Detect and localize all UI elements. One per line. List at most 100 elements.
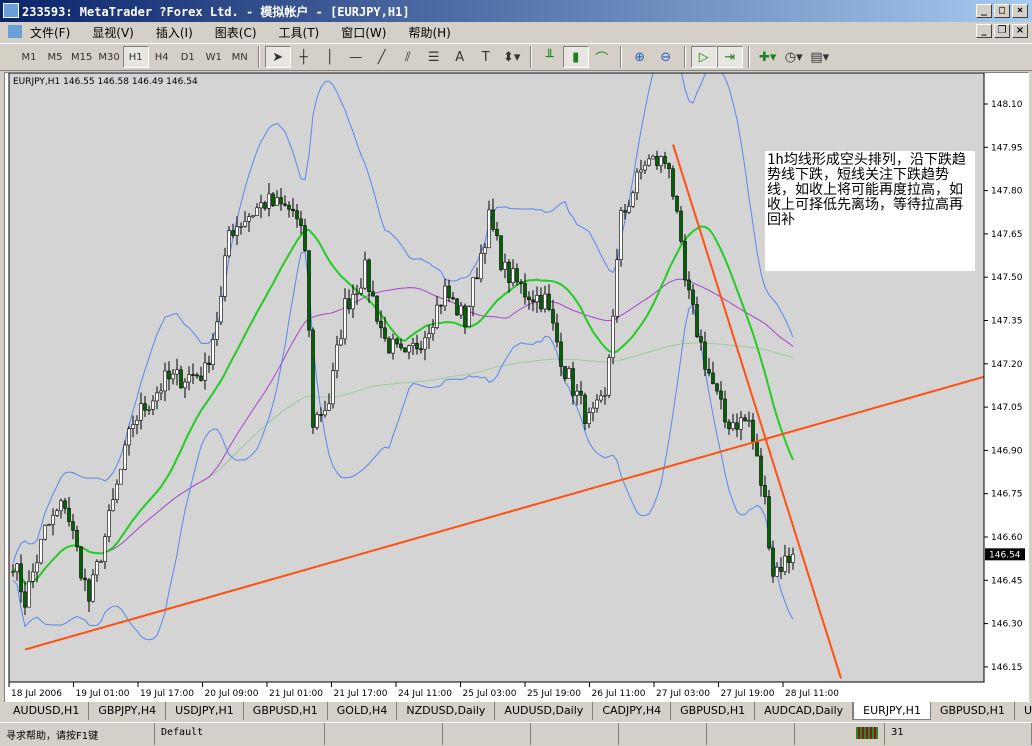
candle-body <box>667 163 671 169</box>
chart-tab[interactable]: GBPJPY,H4 <box>89 702 167 720</box>
timeframe-h4[interactable]: H4 <box>149 46 175 68</box>
child-close-button[interactable]: × <box>1012 24 1028 38</box>
line-chart-button[interactable]: ⌒ <box>589 46 615 68</box>
candle-body <box>11 571 15 573</box>
candle-body <box>291 208 295 211</box>
child-minimize-button[interactable]: _ <box>976 24 992 38</box>
timeframe-d1[interactable]: D1 <box>175 46 201 68</box>
chart-tab[interactable]: AUDUSD,Daily <box>495 702 594 720</box>
periods-button[interactable]: ◷▾ <box>781 46 807 68</box>
candle-body <box>267 193 271 209</box>
chart-window[interactable]: 148.10 147.95 147.80 147.65 147.50 147.35 147.… <box>4 72 1029 703</box>
chart-tab[interactable]: CADJPY,H4 <box>593 702 672 720</box>
candle-body <box>419 348 423 351</box>
app-icon <box>3 3 19 18</box>
equidistant-channel-button[interactable]: ⫽ <box>395 46 421 68</box>
menu-file[interactable]: 文件(F) <box>30 24 70 41</box>
candle-body <box>243 221 247 227</box>
candle-body <box>771 547 775 577</box>
fibonacci-button[interactable]: ☰ <box>421 46 447 68</box>
candle-body <box>695 304 699 337</box>
chart-tab[interactable]: GOLD,H4 <box>328 702 398 720</box>
candle-body <box>71 521 75 531</box>
candle-body <box>515 268 519 283</box>
chart-tab[interactable]: GBPUSD,H1 <box>244 702 328 720</box>
chart-tab[interactable]: USDJPY,H1 <box>166 702 244 720</box>
candle-body <box>35 562 39 573</box>
text-label-icon: T <box>481 49 490 65</box>
timeframe-m30[interactable]: M30 <box>95 46 122 68</box>
crosshair-button[interactable]: ┼ <box>291 46 317 68</box>
timeframe-mn[interactable]: MN <box>227 46 253 68</box>
candle-body <box>555 322 559 343</box>
candle-body <box>327 403 331 411</box>
price-tick-label: 148.10 <box>991 100 1023 110</box>
text-label-button[interactable]: T <box>473 46 499 68</box>
timeframe-w1[interactable]: W1 <box>201 46 227 68</box>
candle-body <box>627 206 631 213</box>
menu-help[interactable]: 帮助(H) <box>408 24 450 41</box>
chart-tab[interactable]: GBPUSD,H1 <box>671 702 756 720</box>
minimize-button[interactable]: _ <box>976 4 992 18</box>
candle-body <box>187 374 191 383</box>
chart-tab[interactable]: AUDCAD,Daily <box>755 702 854 720</box>
status-cell <box>707 723 795 745</box>
child-restore-button[interactable]: ❐ <box>994 24 1010 38</box>
menu-view[interactable]: 显视(V) <box>92 24 134 41</box>
chart-tab[interactable]: GBPUSD,H1 <box>931 702 1015 720</box>
candle-body <box>23 591 27 608</box>
candle-body <box>719 390 723 400</box>
candle-body <box>211 339 215 365</box>
candle-body <box>207 362 211 365</box>
candle-body <box>663 156 667 164</box>
indicators-button[interactable]: ✚▾ <box>755 46 781 68</box>
analysis-note[interactable]: 1h均线形成空头排列，沿下跌趋势线下跌，短线关注下跌趋势线，如收上将可能再度拉高… <box>765 151 975 271</box>
chart-tab[interactable]: US <box>1015 702 1032 720</box>
time-tick-label: 20 Jul 09:00 <box>205 689 259 699</box>
time-tick-label: 19 Jul 01:00 <box>76 689 130 699</box>
candle-body <box>311 329 315 428</box>
zoom-in-button[interactable]: ⊕ <box>627 46 653 68</box>
candle-body <box>275 197 279 206</box>
autoscroll-button[interactable]: ▷ <box>690 46 717 68</box>
timeframe-m15[interactable]: M15 <box>68 46 95 68</box>
chart-shift-button[interactable]: ⇥ <box>716 46 743 68</box>
candle-body <box>411 343 415 347</box>
arrows-button[interactable]: ⬍▾ <box>499 46 525 68</box>
menu-charts[interactable]: 图表(C) <box>215 24 257 41</box>
price-tick-label: 147.95 <box>991 143 1023 153</box>
trendline-button[interactable]: ╱ <box>369 46 395 68</box>
candle-body <box>439 304 443 307</box>
bar-chart-button[interactable]: ╨ <box>537 46 563 68</box>
text-button[interactable]: A <box>447 46 473 68</box>
timeframe-h1[interactable]: H1 <box>122 46 149 68</box>
horizontal-line-button[interactable]: — <box>343 46 369 68</box>
close-button[interactable]: × <box>1012 4 1028 18</box>
candle-body <box>431 327 435 335</box>
vertical-line-button[interactable]: │ <box>317 46 343 68</box>
candle-body <box>47 524 51 526</box>
menu-insert[interactable]: 插入(I) <box>156 24 193 41</box>
chart-tab[interactable]: AUDUSD,H1 <box>4 702 90 720</box>
candle-body <box>123 444 127 470</box>
cursor-button[interactable]: ➤ <box>264 46 291 68</box>
maximize-button[interactable]: □ <box>994 4 1010 18</box>
candle-body <box>339 338 343 346</box>
chart-tab[interactable]: NZDUSD,Daily <box>397 702 496 720</box>
menu-tools[interactable]: 工具(T) <box>279 24 320 41</box>
candlestick-button[interactable]: ▮ <box>562 46 589 68</box>
candle-body <box>587 412 591 424</box>
candle-body <box>459 305 463 316</box>
menu-window[interactable]: 窗口(W) <box>341 24 386 41</box>
candle-body <box>103 536 107 562</box>
candle-body <box>115 483 119 500</box>
chart-tab[interactable]: EURJPY,H1 <box>853 702 931 720</box>
timeframe-m1[interactable]: M1 <box>16 46 42 68</box>
candle-body <box>651 156 655 160</box>
timeframe-m5[interactable]: M5 <box>42 46 68 68</box>
candle-body <box>731 422 735 430</box>
zoom-out-button[interactable]: ⊖ <box>653 46 679 68</box>
candle-body <box>391 338 395 354</box>
templates-button[interactable]: ▤▾ <box>807 46 833 68</box>
candle-body <box>779 566 783 572</box>
